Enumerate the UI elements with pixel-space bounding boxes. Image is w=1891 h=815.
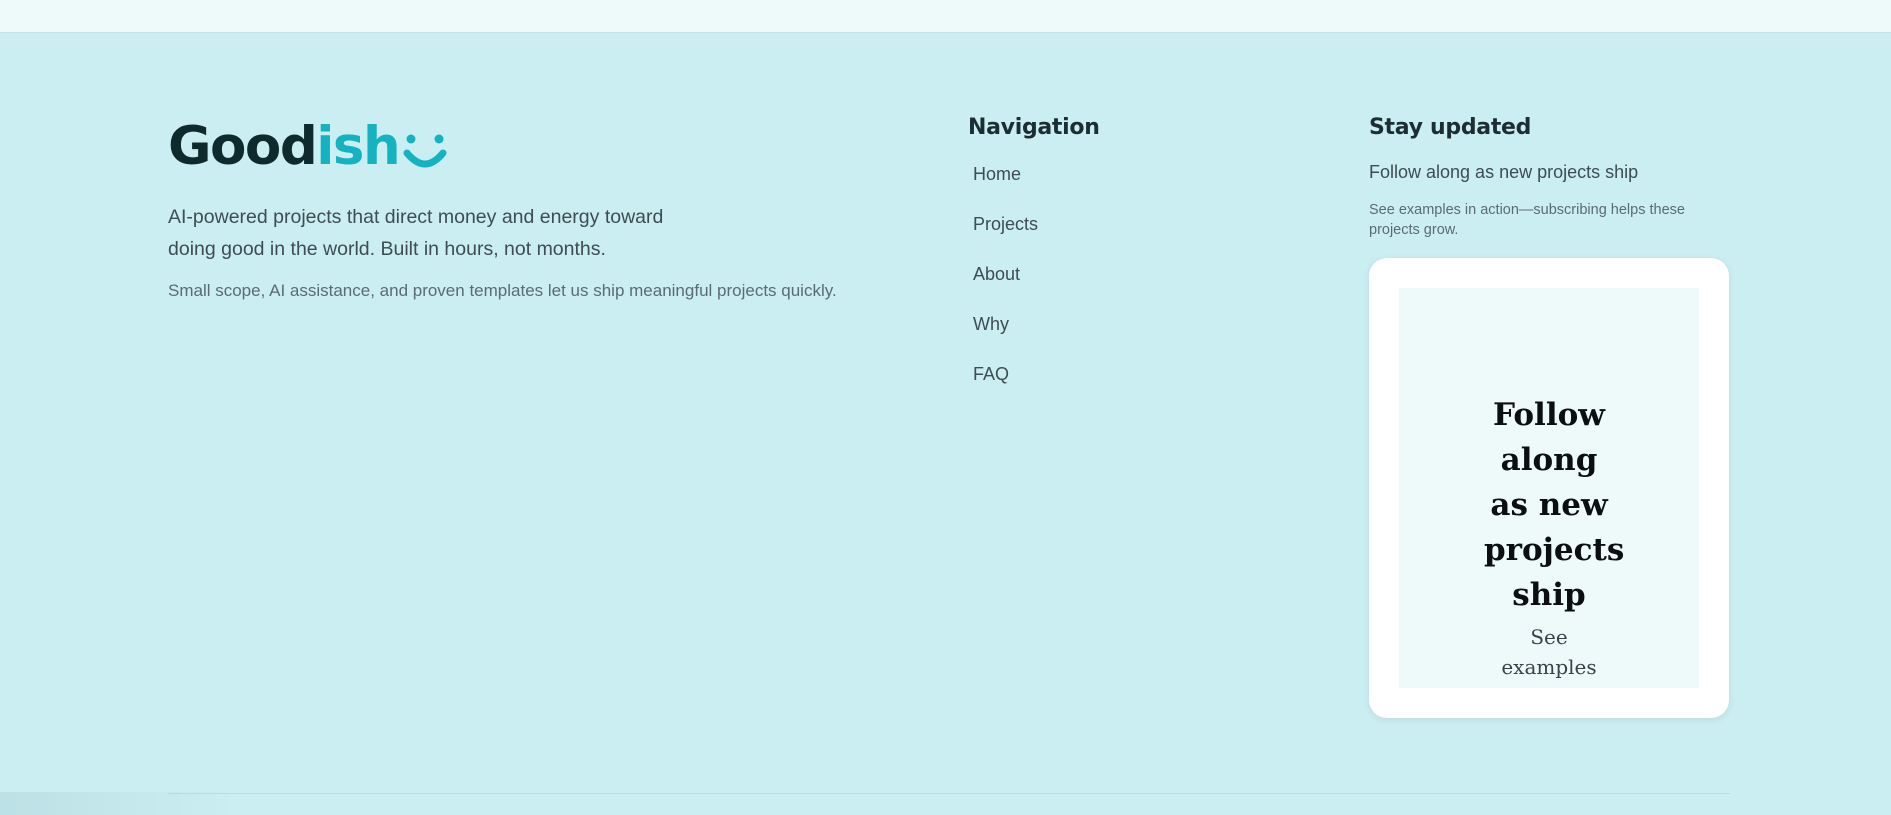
site-footer: Good ish AI-powered projects that direct…	[0, 33, 1891, 815]
top-strip	[0, 0, 1891, 33]
corner-shadow	[0, 792, 240, 815]
brand-tagline: AI-powered projects that direct money an…	[168, 206, 664, 260]
stay-updated-column: Stay updated Follow along as new project…	[1369, 115, 1731, 718]
goodish-logo[interactable]: Good ish	[168, 113, 888, 173]
stay-updated-heading: Stay updated	[1369, 115, 1532, 140]
footer-divider	[168, 793, 1730, 794]
logo-text-good: Good	[168, 116, 318, 177]
nav-link-about[interactable]: About	[968, 262, 1268, 312]
stay-updated-lead: Follow along as new projects ship	[1369, 162, 1639, 182]
brand-subline: Small scope, AI assistance, and proven t…	[168, 281, 837, 300]
embed-see-examples-link[interactable]: See examples	[1484, 622, 1614, 682]
stay-updated-note: See examples in action—subscribing helps…	[1369, 202, 1685, 238]
nav-link-faq[interactable]: FAQ	[968, 362, 1268, 412]
navigation-heading: Navigation	[968, 115, 1100, 140]
footer-navigation: Navigation Home Projects About Why FAQ	[968, 115, 1268, 412]
nav-link-projects[interactable]: Projects	[968, 212, 1268, 262]
nav-link-home[interactable]: Home	[968, 162, 1268, 212]
nav-link-why[interactable]: Why	[968, 312, 1268, 362]
logo-text-ish: ish	[316, 116, 400, 177]
brand-column: Good ish AI-powered projects that direct…	[168, 113, 888, 303]
embed-title: Follow along as new projects ship	[1484, 397, 1625, 613]
subscribe-embed-card: Follow along as new projects ship See ex…	[1369, 258, 1729, 718]
navigation-list: Home Projects About Why FAQ	[968, 162, 1268, 412]
subscribe-embed-frame: Follow along as new projects ship See ex…	[1399, 288, 1699, 688]
smile-icon	[403, 134, 447, 168]
